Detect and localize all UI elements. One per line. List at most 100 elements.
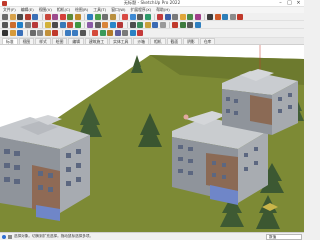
axes-icon[interactable]: [2, 21, 8, 28]
tab-edit[interactable]: 编辑: [68, 38, 84, 44]
copy-icon[interactable]: [37, 30, 43, 36]
tab-construction[interactable]: 建筑施工: [84, 38, 109, 44]
zoom-extents-icon[interactable]: [144, 13, 151, 20]
arc-tool-icon[interactable]: [24, 13, 31, 20]
new-file-icon[interactable]: [2, 30, 8, 36]
fog-icon[interactable]: [194, 13, 201, 20]
drape-icon[interactable]: [194, 21, 201, 28]
extension-warehouse-icon[interactable]: [164, 13, 171, 20]
tags-icon[interactable]: [122, 30, 128, 36]
xray-icon[interactable]: [74, 21, 81, 28]
paint-bucket-icon[interactable]: [109, 13, 116, 20]
model-info-icon[interactable]: [92, 30, 98, 36]
smoove-icon[interactable]: [179, 21, 186, 28]
undo-icon[interactable]: [64, 30, 71, 36]
section-plane-icon[interactable]: [207, 13, 213, 20]
circle-tool-icon[interactable]: [24, 21, 31, 28]
walk-tool-icon[interactable]: [52, 21, 58, 28]
figure-marker: [183, 114, 189, 120]
scale-tool-icon[interactable]: [67, 13, 73, 20]
textured-icon[interactable]: [109, 21, 116, 28]
title-bar: 无标题 - SketchUp Pro 2022 – □ ×: [0, 0, 304, 7]
3d-viewport[interactable]: [0, 45, 304, 232]
line-tool-icon[interactable]: [17, 13, 23, 20]
open-file-icon[interactable]: [9, 30, 16, 36]
text-tool-icon[interactable]: [102, 13, 108, 20]
pan-tool-icon[interactable]: [129, 13, 136, 20]
scenes-icon[interactable]: [129, 30, 136, 36]
move-tool-icon[interactable]: [52, 13, 58, 20]
status-message: 选择对象。切换到扩充选择。拖动鼠标选择多项。: [14, 234, 94, 238]
tab-warehouse[interactable]: 仓库: [199, 38, 216, 44]
freehand-tool-icon[interactable]: [44, 21, 51, 28]
minimize-icon[interactable]: –: [276, 0, 285, 7]
front-view-icon[interactable]: [237, 13, 243, 20]
rectangle-tool-icon[interactable]: [32, 13, 38, 20]
shadows-icon[interactable]: [187, 13, 193, 20]
wireframe-icon[interactable]: [87, 21, 93, 28]
scene-canvas[interactable]: [0, 45, 304, 232]
trim-icon[interactable]: [144, 21, 151, 28]
toolbar-tabs: 标准 视图 样式 绘图 编辑 建筑施工 实体工具 沙箱 相机 截面 阴影 仓库: [0, 38, 304, 45]
orbit-tool-icon[interactable]: [122, 13, 128, 20]
stamp-icon[interactable]: [187, 21, 193, 28]
tab-camera[interactable]: 相机: [149, 38, 166, 44]
offset-tool-icon[interactable]: [74, 13, 81, 20]
tab-shadows[interactable]: 阴影: [183, 38, 199, 44]
protractor-icon[interactable]: [17, 21, 23, 28]
close-icon[interactable]: ×: [294, 0, 303, 7]
rotate-tool-icon[interactable]: [59, 13, 66, 20]
maximize-icon[interactable]: □: [285, 0, 294, 7]
layout-icon[interactable]: [172, 13, 178, 20]
sandbox-icon[interactable]: [172, 21, 178, 28]
tab-views[interactable]: 视图: [18, 38, 35, 44]
push-pull-tool-icon[interactable]: [44, 13, 51, 20]
position-camera-icon[interactable]: [67, 21, 73, 28]
shaded-icon[interactable]: [102, 21, 108, 28]
building-back: [222, 69, 298, 135]
tab-styles[interactable]: 样式: [35, 38, 51, 44]
tab-solid-tools[interactable]: 实体工具: [109, 38, 133, 44]
hidden-line-icon[interactable]: [94, 21, 101, 28]
save-file-icon[interactable]: [17, 30, 23, 36]
dimension-tool-icon[interactable]: [94, 13, 101, 20]
ruby-console-icon[interactable]: [179, 13, 186, 20]
subtract-icon[interactable]: [137, 21, 143, 28]
toolbar-row-3: [0, 29, 304, 38]
split-icon[interactable]: [152, 21, 158, 28]
look-around-icon[interactable]: [59, 21, 66, 28]
redo-icon[interactable]: [72, 30, 78, 36]
tab-section[interactable]: 截面: [166, 38, 183, 44]
eraser-tool-icon[interactable]: [9, 13, 16, 20]
tab-sandbox[interactable]: 沙箱: [133, 38, 149, 44]
zoom-tool-icon[interactable]: [137, 13, 143, 20]
warehouse-icon[interactable]: [157, 13, 163, 20]
materials-icon[interactable]: [107, 30, 113, 36]
3d-text-icon[interactable]: [9, 21, 16, 28]
top-view-icon[interactable]: [229, 13, 236, 20]
measurements-box[interactable]: 数值: [266, 234, 302, 240]
union-icon[interactable]: [129, 21, 136, 28]
monochrome-icon[interactable]: [117, 21, 123, 28]
tab-standard[interactable]: 标准: [2, 38, 18, 44]
print-icon[interactable]: [79, 30, 86, 36]
window-controls: – □ ×: [276, 0, 303, 7]
styles-icon[interactable]: [114, 30, 121, 36]
toolbar-row-1: [0, 13, 304, 21]
tape-measure-icon[interactable]: [87, 13, 93, 20]
geo-location-icon: [8, 234, 12, 239]
components-icon[interactable]: [99, 30, 106, 36]
info-icon: [2, 234, 6, 239]
select-tool-icon[interactable]: [2, 13, 8, 20]
tab-drawing[interactable]: 绘图: [51, 38, 68, 44]
outer-shell-icon[interactable]: [159, 21, 166, 28]
paste-icon[interactable]: [44, 30, 51, 36]
polygon-tool-icon[interactable]: [32, 21, 38, 28]
outliner-icon[interactable]: [137, 30, 143, 36]
erase-icon[interactable]: [52, 30, 58, 36]
follow-me-icon[interactable]: [214, 13, 221, 20]
window-title: 无标题 - SketchUp Pro 2022: [123, 0, 181, 5]
iso-view-icon[interactable]: [222, 13, 228, 20]
cut-icon[interactable]: [29, 30, 36, 36]
toolbar-row-2: [0, 21, 304, 29]
